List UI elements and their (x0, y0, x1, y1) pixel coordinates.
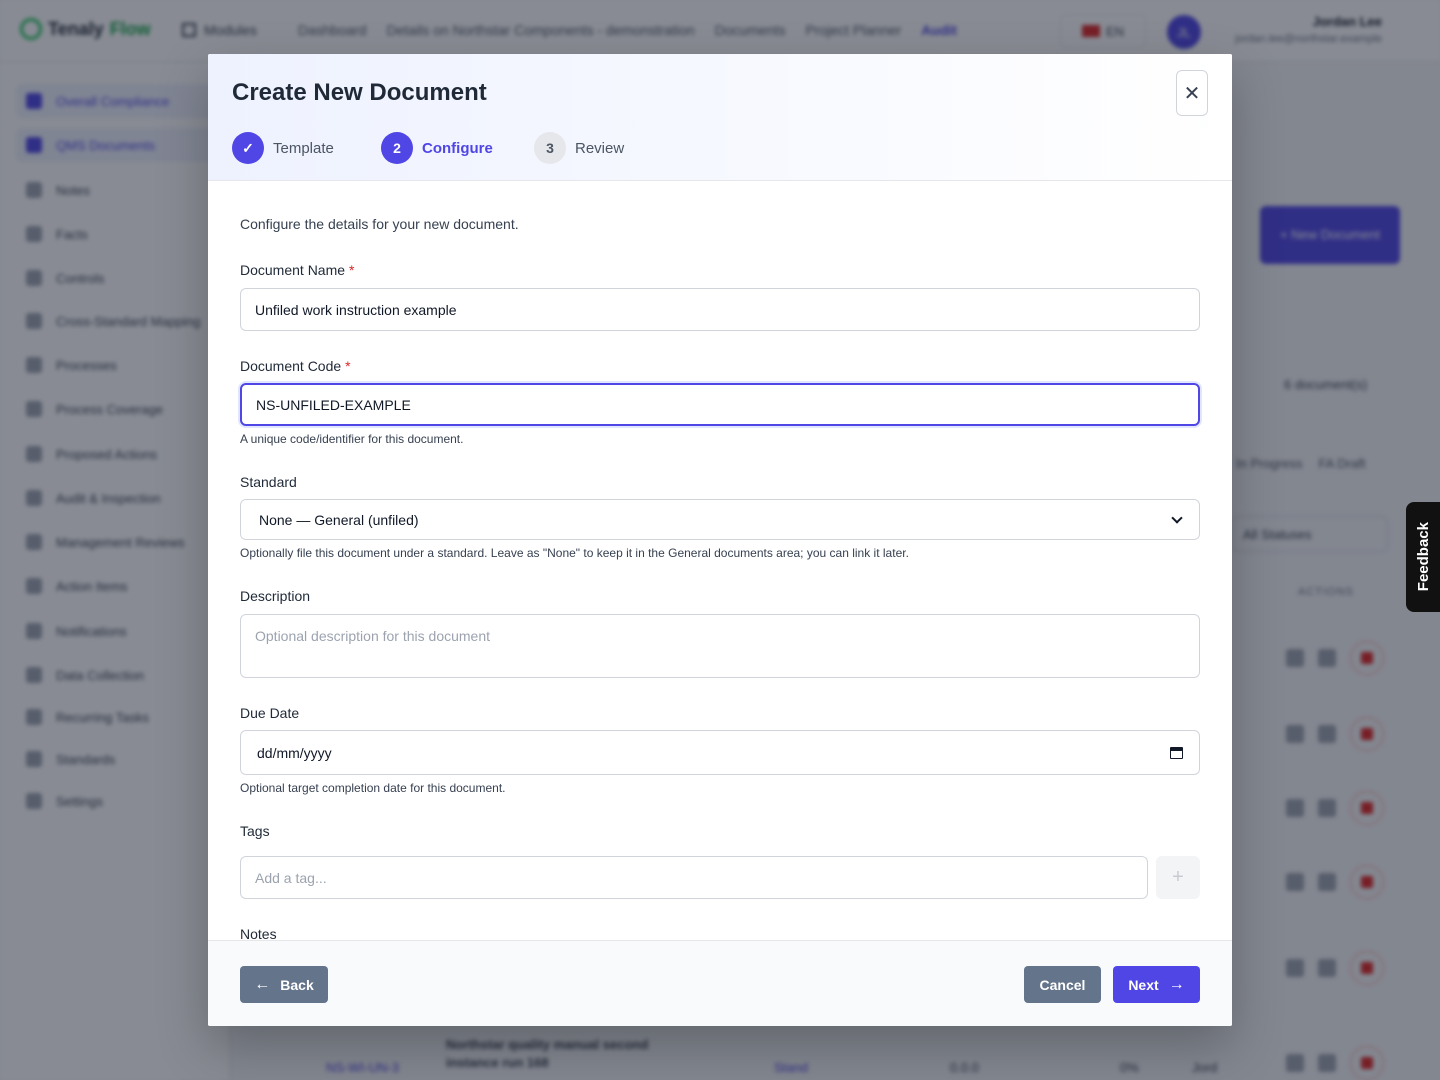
add-tag-button[interactable]: + (1156, 856, 1200, 899)
due-date-input[interactable]: dd/mm/yyyy (240, 730, 1200, 775)
create-document-modal: Create New Document ✕ ✓ Template 2 Confi… (208, 54, 1232, 1026)
modal-footer: ← Back Cancel Next → (208, 940, 1232, 1026)
notes-label: Notes (240, 926, 277, 940)
tag-input[interactable]: Add a tag... (240, 856, 1148, 899)
next-label: Next (1128, 976, 1159, 993)
close-button[interactable]: ✕ (1176, 70, 1208, 116)
standard-help: Optionally file this document under a st… (240, 546, 909, 560)
tags-label: Tags (240, 823, 270, 839)
chevron-down-icon (1171, 511, 1183, 524)
modal-body[interactable]: Configure the details for your new docum… (208, 182, 1232, 940)
cancel-label: Cancel (1039, 976, 1086, 993)
required-marker: * (349, 262, 355, 278)
label-text: Document Name (240, 262, 346, 278)
modal-title: Create New Document (232, 79, 487, 106)
step-label: Configure (422, 139, 493, 157)
input-value: NS-UNFILED-EXAMPLE (256, 396, 411, 413)
standard-label: Standard (240, 474, 297, 490)
document-code-input[interactable]: NS-UNFILED-EXAMPLE (240, 383, 1200, 426)
feedback-label: Feedback (1414, 522, 1432, 592)
step-review: 3 Review (534, 132, 624, 164)
document-name-input[interactable]: Unfiled work instruction example (240, 288, 1200, 331)
description-label: Description (240, 588, 311, 604)
plus-icon: + (1172, 866, 1184, 888)
back-label: Back (280, 976, 314, 993)
cancel-button[interactable]: Cancel (1024, 966, 1101, 1003)
tag-placeholder: Add a tag... (255, 869, 327, 886)
input-value: Unfiled work instruction example (255, 301, 457, 318)
arrow-right-icon: → (1168, 975, 1185, 993)
document-code-help: A unique code/identifier for this docume… (240, 432, 464, 446)
standard-select[interactable]: None — General (unfiled) (240, 499, 1200, 540)
select-value: None — General (unfiled) (259, 511, 419, 528)
calendar-icon[interactable] (1170, 746, 1183, 759)
required-marker: * (345, 358, 351, 374)
document-name-label: Document Name * (240, 262, 355, 278)
label-text: Document Code (240, 358, 342, 374)
date-value: dd/mm/yyyy (257, 744, 332, 761)
step-configure: 2 Configure (381, 132, 493, 164)
step-number: 3 (534, 132, 566, 164)
document-code-label: Document Code * (240, 358, 351, 374)
textarea-placeholder: Optional description for this document (255, 628, 491, 644)
modal-header: Create New Document ✕ ✓ Template 2 Confi… (208, 54, 1232, 181)
step-template: ✓ Template (232, 132, 334, 164)
next-button[interactable]: Next → (1113, 966, 1200, 1003)
form-intro: Configure the details for your new docum… (240, 216, 519, 232)
step-label: Review (575, 139, 625, 157)
close-icon: ✕ (1183, 82, 1201, 105)
back-button[interactable]: ← Back (240, 966, 328, 1003)
feedback-tab[interactable]: Feedback (1406, 502, 1440, 612)
step-label: Template (273, 139, 334, 157)
step-number: 2 (381, 132, 413, 164)
check-icon: ✓ (232, 132, 264, 164)
due-date-help: Optional target completion date for this… (240, 781, 506, 795)
arrow-left-icon: ← (254, 975, 271, 993)
due-date-label: Due Date (240, 705, 300, 721)
description-textarea[interactable]: Optional description for this document (240, 614, 1200, 678)
